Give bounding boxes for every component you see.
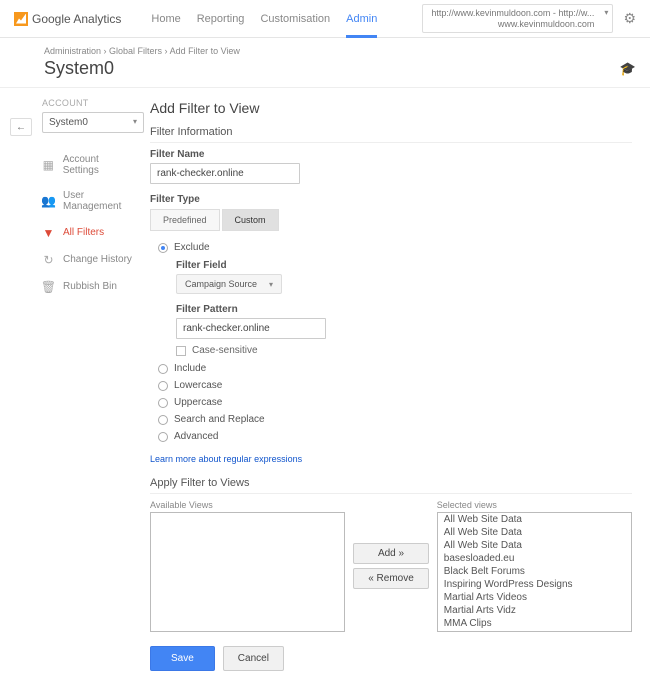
sidebar-item-settings[interactable]: ▦Account Settings (10, 147, 140, 183)
list-item[interactable]: All Web Site Data (438, 539, 631, 552)
crumb-admin[interactable]: Administration (44, 46, 101, 56)
selected-views-label: Selected views (437, 500, 632, 510)
radio-uppercase[interactable]: Uppercase (150, 394, 632, 411)
radio-icon (158, 364, 168, 374)
crumb-filters[interactable]: Global Filters (109, 46, 162, 56)
available-views-list[interactable] (150, 512, 345, 632)
selected-views-list[interactable]: All Web Site DataAll Web Site DataAll We… (437, 512, 632, 632)
radio-include[interactable]: Include (150, 360, 632, 377)
checkbox-icon (176, 346, 186, 356)
remove-view-button[interactable]: « Remove (353, 568, 429, 589)
top-nav: Home Reporting Customisation Admin (151, 1, 377, 37)
filter-name-label: Filter Name (150, 149, 632, 160)
radio-icon (158, 243, 168, 253)
crumb-current: Add Filter to View (170, 46, 240, 56)
nav-reporting[interactable]: Reporting (197, 1, 245, 37)
radio-icon (158, 415, 168, 425)
sidebar-item-bin[interactable]: 🗑Rubbish Bin (10, 273, 140, 300)
property-selector[interactable]: http://www.kevinmuldoon.com - http://w..… (422, 4, 613, 34)
list-item[interactable]: All Web Site Data (438, 526, 631, 539)
brand-text: Google Analytics (32, 12, 121, 26)
nav-customisation[interactable]: Customisation (260, 1, 330, 37)
settings-gear-icon[interactable]: ⚙ (623, 10, 636, 27)
list-item[interactable]: MMA Forums (438, 630, 631, 632)
tab-predefined[interactable]: Predefined (150, 209, 220, 231)
breadcrumb: Administration › Global Filters › Add Fi… (0, 38, 650, 58)
section-filter-info: Filter Information (150, 122, 632, 143)
users-icon: 👥 (42, 195, 55, 208)
radio-advanced[interactable]: Advanced (150, 428, 632, 445)
filter-icon: ▼ (42, 226, 55, 239)
radio-exclude[interactable]: Exclude (150, 239, 632, 256)
list-item[interactable]: Martial Arts Videos (438, 591, 631, 604)
cancel-button[interactable]: Cancel (223, 646, 284, 671)
main-panel: Add Filter to View Filter Information Fi… (146, 88, 650, 687)
filter-pattern-input[interactable] (176, 318, 326, 339)
sidebar-item-filters[interactable]: ▼All Filters (10, 219, 140, 246)
account-select[interactable]: System0 (42, 112, 144, 133)
app-header: Google Analytics Home Reporting Customis… (0, 0, 650, 38)
account-heading: ACCOUNT (10, 96, 140, 112)
nav-admin[interactable]: Admin (346, 1, 377, 37)
case-sensitive-row[interactable]: Case-sensitive (176, 339, 632, 360)
filter-name-input[interactable] (150, 163, 300, 184)
main-heading: Add Filter to View (150, 100, 632, 116)
list-item[interactable]: All Web Site Data (438, 513, 631, 526)
graduation-cap-icon[interactable]: 🎓 (620, 61, 636, 77)
settings-icon: ▦ (42, 159, 55, 172)
add-view-button[interactable]: Add » (353, 543, 429, 564)
nav-home[interactable]: Home (151, 1, 180, 37)
section-apply-views: Apply Filter to Views (150, 473, 632, 494)
radio-icon (158, 398, 168, 408)
brand-logo: Google Analytics (14, 12, 121, 26)
radio-search-replace[interactable]: Search and Replace (150, 411, 632, 428)
filter-type-label: Filter Type (150, 194, 632, 205)
back-button[interactable]: ← (10, 118, 32, 136)
radio-icon (158, 381, 168, 391)
property-line2: www.kevinmuldoon.com (431, 19, 594, 30)
analytics-icon (14, 12, 28, 26)
tab-custom[interactable]: Custom (222, 209, 279, 231)
page-title: System0 (44, 58, 114, 79)
filter-field-label: Filter Field (176, 260, 632, 271)
admin-sidebar: ACCOUNT ← System0 ▦Account Settings 👥Use… (0, 88, 146, 687)
sidebar-item-users[interactable]: 👥User Management (10, 183, 140, 219)
learn-more-link[interactable]: Learn more about regular expressions (150, 454, 302, 464)
available-views-label: Available Views (150, 500, 345, 510)
filter-field-select[interactable]: Campaign Source (176, 274, 282, 294)
radio-icon (158, 432, 168, 442)
list-item[interactable]: Black Belt Forums (438, 565, 631, 578)
save-button[interactable]: Save (150, 646, 215, 671)
history-icon: ↻ (42, 253, 55, 266)
filter-pattern-label: Filter Pattern (176, 304, 632, 315)
list-item[interactable]: Inspiring WordPress Designs (438, 578, 631, 591)
list-item[interactable]: MMA Clips (438, 617, 631, 630)
property-line1: http://www.kevinmuldoon.com - http://w..… (431, 8, 594, 19)
sidebar-item-history[interactable]: ↻Change History (10, 246, 140, 273)
trash-icon: 🗑 (42, 280, 55, 293)
list-item[interactable]: Martial Arts Vidz (438, 604, 631, 617)
radio-lowercase[interactable]: Lowercase (150, 377, 632, 394)
